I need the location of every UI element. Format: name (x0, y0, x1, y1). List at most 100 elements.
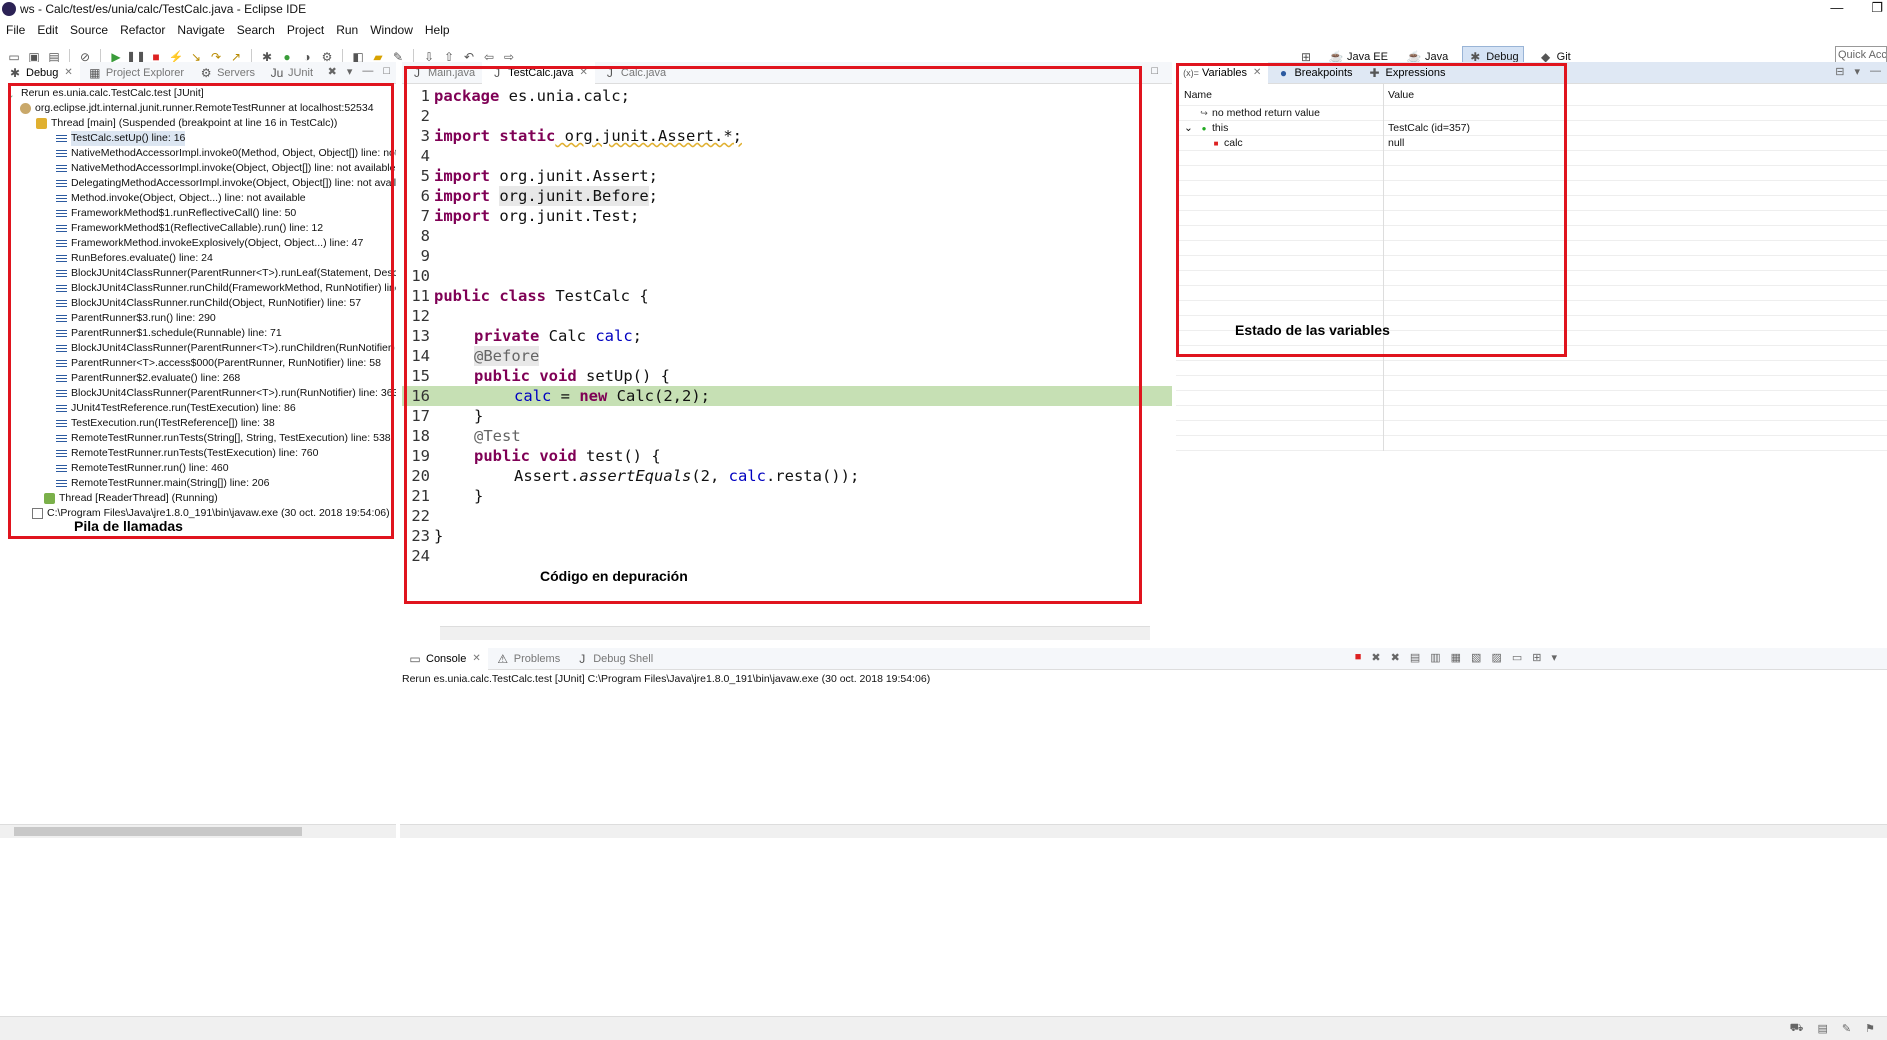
git-status-icon[interactable]: ⛟ (1790, 1022, 1804, 1036)
stack-frame[interactable]: TestCalc.setUp() line: 16 (0, 131, 396, 146)
tab-project-explorer[interactable]: ▦ Project Explorer (80, 62, 191, 84)
menu-source[interactable]: Source (64, 23, 114, 37)
open-console-icon[interactable]: ⊞ (1532, 651, 1541, 664)
menu-edit[interactable]: Edit (31, 23, 64, 37)
empty-row (1176, 225, 1887, 241)
stack-frame[interactable]: RemoteTestRunner.runTests(TestExecution)… (0, 446, 396, 461)
code-editor[interactable]: 1 package es.unia.calc; 2 3 import static … (402, 84, 1172, 566)
restore-button[interactable]: ❐ (1871, 0, 1883, 16)
stack-frame[interactable]: NativeMethodAccessorImpl.invoke(Object, … (0, 161, 396, 176)
menu-help[interactable]: Help (419, 23, 456, 37)
menu-window[interactable]: Window (364, 23, 419, 37)
editor-hscrollbar[interactable] (440, 626, 1150, 640)
clear-console-icon[interactable]: ▤ (1410, 651, 1420, 664)
stack-frame-label: BlockJUnit4ClassRunner.runChild(Object, … (71, 297, 362, 309)
stack-frame[interactable]: BlockJUnit4ClassRunner.runChild(Object, … (0, 296, 396, 311)
view-menu-icon[interactable]: ▾ (1854, 65, 1860, 78)
show-on-output-icon[interactable]: ▧ (1471, 651, 1481, 664)
remove-terminated-icon[interactable]: ✖ (328, 65, 337, 78)
stack-frame[interactable]: BlockJUnit4ClassRunner.runChild(Framewor… (0, 281, 396, 296)
maximize-editor-icon[interactable]: □ (1151, 65, 1158, 77)
stack-frame[interactable]: ParentRunner<T>.access$000(ParentRunner,… (0, 356, 396, 371)
view-menu-icon[interactable]: ▾ (347, 65, 353, 78)
table-row[interactable]: ↪ no method return value (1176, 105, 1887, 121)
tab-calc-java[interactable]: J Calc.java (595, 62, 673, 84)
stack-frame[interactable]: JUnit4TestReference.run(TestExecution) l… (0, 401, 396, 416)
stack-frame[interactable]: RemoteTestRunner.runTests(String[], Stri… (0, 431, 396, 446)
stack-frame[interactable]: RemoteTestRunner.main(String[]) line: 20… (0, 476, 396, 491)
menu-run[interactable]: Run (330, 23, 364, 37)
minimize-button[interactable]: — (1830, 0, 1843, 16)
tree-process[interactable]: C:\Program Files\Java\jre1.8.0_191\bin\j… (0, 506, 396, 521)
menu-search[interactable]: Search (231, 23, 281, 37)
tools-icon[interactable]: ✎ (1842, 1022, 1851, 1036)
stack-frame[interactable]: ParentRunner$2.evaluate() line: 268 (0, 371, 396, 386)
stack-frame[interactable]: NativeMethodAccessorImpl.invoke0(Method,… (0, 146, 396, 161)
word-wrap-icon[interactable]: ▦ (1451, 651, 1461, 664)
stack-frame[interactable]: FrameworkMethod.invokeExplosively(Object… (0, 236, 396, 251)
stack-frame[interactable]: BlockJUnit4ClassRunner(ParentRunner<T>).… (0, 266, 396, 281)
stack-frame[interactable]: RemoteTestRunner.run() line: 460 (0, 461, 396, 476)
tab-expressions[interactable]: ✚ Expressions (1360, 62, 1453, 84)
menu-file[interactable]: File (0, 23, 31, 37)
table-row[interactable]: ⌄ ● this TestCalc (id=357) (1176, 120, 1887, 136)
stack-frame[interactable]: FrameworkMethod$1.runReflectiveCall() li… (0, 206, 396, 221)
stack-frame[interactable]: ParentRunner$1.schedule(Runnable) line: … (0, 326, 396, 341)
stack-frame[interactable]: Method.invoke(Object, Object...) line: n… (0, 191, 396, 206)
tab-problems[interactable]: ⚠ Problems (488, 648, 567, 670)
stack-frame[interactable]: BlockJUnit4ClassRunner(ParentRunner<T>).… (0, 341, 396, 356)
tree-runner[interactable]: org.eclipse.jdt.internal.junit.runner.Re… (0, 101, 396, 116)
stack-frame[interactable]: RunBefores.evaluate() line: 24 (0, 251, 396, 266)
tree-launch[interactable]: ⌄ Rerun es.unia.calc.TestCalc.test [JUnit… (0, 86, 396, 101)
line-number: 24 (411, 547, 430, 565)
console-output[interactable]: Rerun es.unia.calc.TestCalc.test [JUnit]… (400, 670, 1887, 688)
close-icon[interactable]: ✕ (1253, 67, 1261, 78)
flag-icon[interactable]: ⚑ (1865, 1022, 1875, 1036)
console-hscrollbar[interactable] (400, 824, 1887, 838)
name-header[interactable]: Name (1176, 83, 1384, 106)
value-header[interactable]: Value (1384, 89, 1887, 101)
tree-thread-reader[interactable]: Thread [ReaderThread] (Running) (0, 491, 396, 506)
pin-console-icon[interactable]: ▨ (1491, 651, 1501, 664)
stack-frame[interactable]: BlockJUnit4ClassRunner(ParentRunner<T>).… (0, 386, 396, 401)
close-icon[interactable]: ✕ (64, 67, 72, 78)
minimize-view-icon[interactable]: — (1870, 65, 1881, 78)
tab-problems-label: Problems (513, 652, 561, 665)
stack-frame[interactable]: FrameworkMethod$1(ReflectiveCallable).ru… (0, 221, 396, 236)
tab-debug-shell[interactable]: J Debug Shell (567, 648, 660, 670)
minimize-view-icon[interactable]: — (362, 65, 373, 78)
close-icon[interactable]: ✕ (580, 67, 588, 78)
remove-all-icon[interactable]: ✖ (1391, 651, 1400, 664)
debug-hscrollbar[interactable] (0, 824, 396, 838)
view-menu-icon[interactable]: ▾ (1551, 651, 1557, 664)
scroll-lock-icon[interactable]: ▥ (1430, 651, 1440, 664)
stack-frame[interactable]: DelegatingMethodAccessorImpl.invoke(Obje… (0, 176, 396, 191)
notes-icon[interactable]: ▤ (1818, 1022, 1828, 1036)
tab-testcalc-java[interactable]: J TestCalc.java ✕ (482, 61, 595, 84)
table-row[interactable]: ■ calc null (1176, 135, 1887, 151)
stack-frame[interactable]: TestExecution.run(ITestReference[]) line… (0, 416, 396, 431)
tab-variables[interactable]: (x)= Variables ✕ (1176, 61, 1269, 84)
menu-project[interactable]: Project (281, 23, 330, 37)
maximize-view-icon[interactable]: □ (383, 65, 390, 78)
stack-frame[interactable]: ParentRunner$3.run() line: 290 (0, 311, 396, 326)
close-icon[interactable]: ✕ (472, 653, 480, 664)
tab-console[interactable]: ▭ Console ✕ (400, 647, 488, 670)
tab-main-java[interactable]: J Main.java (402, 62, 482, 84)
menu-navigate[interactable]: Navigate (171, 23, 230, 37)
collapse-all-icon[interactable]: ⊟ (1835, 65, 1844, 78)
tab-junit[interactable]: Ju JUnit (262, 62, 320, 84)
code-line: 6 import org.junit.Before; (402, 186, 1172, 206)
tab-servers[interactable]: ⚙ Servers (191, 62, 262, 84)
display-console-icon[interactable]: ▭ (1512, 651, 1522, 664)
expand-icon[interactable]: ⌄ (1184, 122, 1196, 134)
line-number: 9 (420, 247, 430, 265)
tab-debug[interactable]: ✱ Debug ✕ (0, 61, 80, 84)
tree-thread-main[interactable]: Thread [main] (Suspended (breakpoint at … (0, 116, 396, 131)
remove-launch-icon[interactable]: ✖ (1371, 651, 1380, 664)
scroll-thumb[interactable] (14, 827, 302, 836)
menu-refactor[interactable]: Refactor (114, 23, 171, 37)
terminate-icon[interactable]: ■ (1355, 651, 1362, 664)
code-line: 23} (402, 526, 1172, 546)
tab-breakpoints[interactable]: ● Breakpoints (1268, 62, 1359, 84)
